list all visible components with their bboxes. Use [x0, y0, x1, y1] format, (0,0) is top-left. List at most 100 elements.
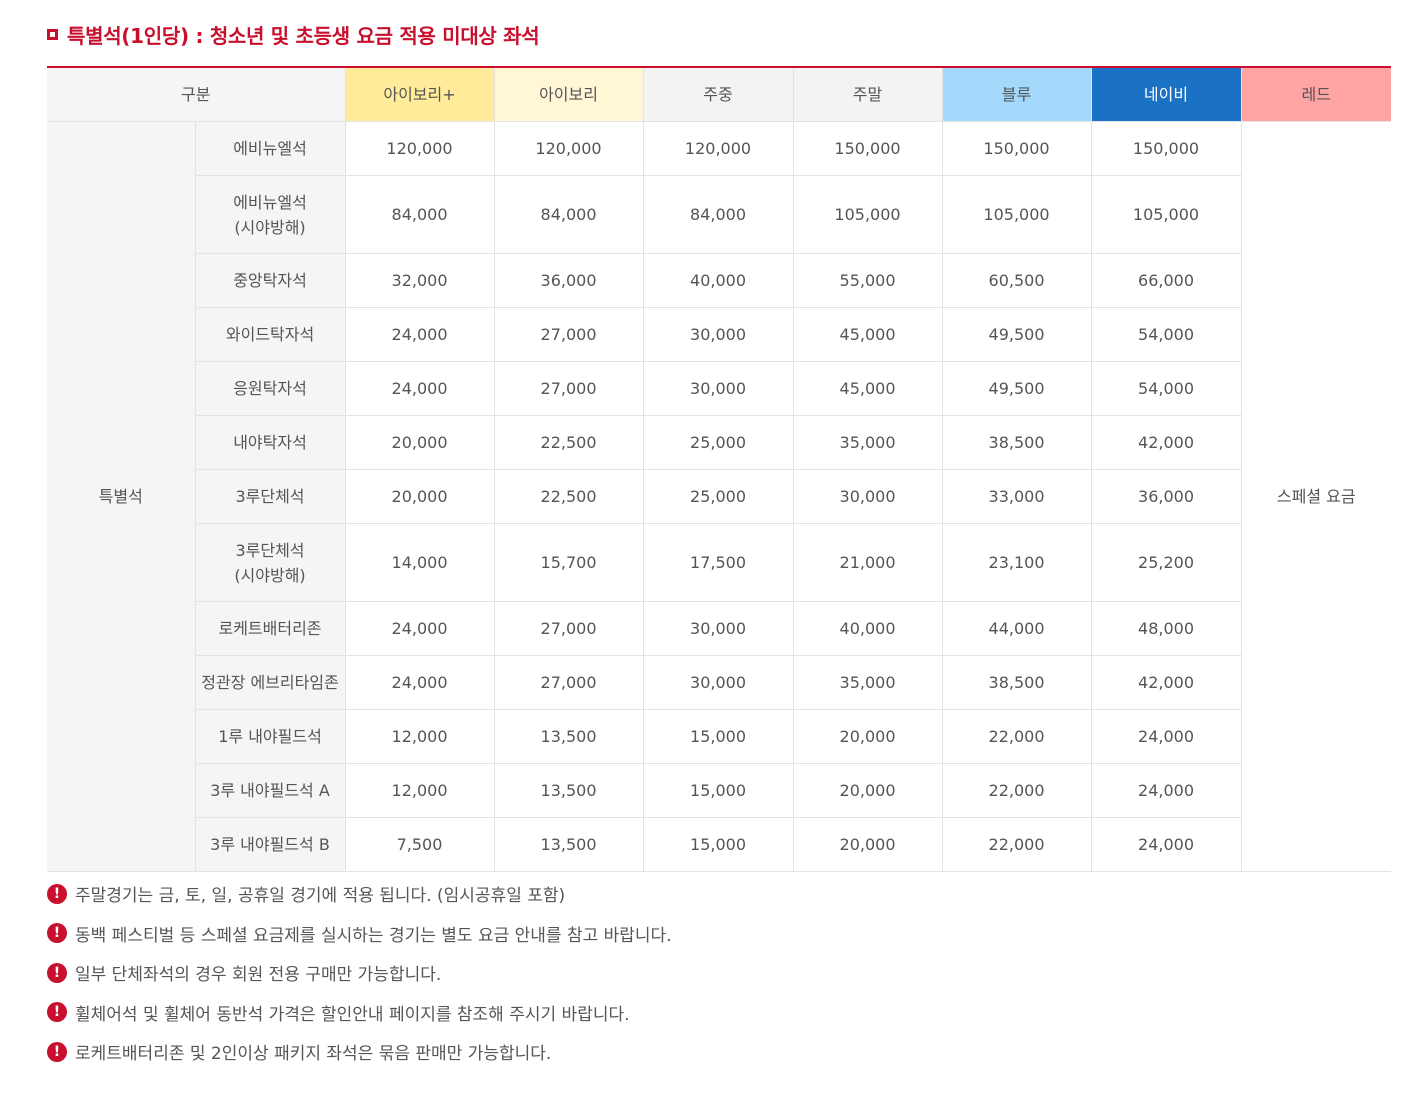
section-title: 특별석(1인당) : 청소년 및 초등생 요금 적용 미대상 좌석	[47, 19, 540, 49]
price-cell: 24,000	[344, 307, 495, 362]
table-row: 3루단체석 (시야방해) 14,000 15,700 17,500 21,000 23,1…	[47, 523, 1391, 602]
price-cell: 20,000	[792, 709, 943, 764]
price-cell: 42,000	[1090, 655, 1242, 710]
price-cell: 23,100	[941, 523, 1092, 602]
header-grade-3: 주말	[792, 66, 943, 122]
price-cell: 27,000	[493, 655, 644, 710]
price-cell: 30,000	[642, 307, 794, 362]
price-cell: 120,000	[493, 121, 644, 176]
table-row: 와이드탁자석 24,000 27,000 30,000 45,000 49,500 54,0…	[47, 307, 1391, 362]
price-cell: 84,000	[344, 175, 495, 254]
price-table: 구분 아이보리+ 아이보리 주중 주말 블루 네이비 레드 특별석 에비뉴엘석 120,000 1…	[47, 66, 1392, 872]
seat-name-cell: 3루 내야필드석 A	[195, 763, 346, 818]
price-cell: 27,000	[493, 601, 644, 656]
price-cell: 55,000	[792, 253, 943, 308]
price-cell: 150,000	[1090, 121, 1242, 176]
seat-name-cell: 정관장 에브리타임존	[195, 655, 346, 710]
price-cell: 20,000	[792, 817, 943, 872]
price-cell: 49,500	[941, 361, 1092, 416]
notes-list: ! 주말경기는 금, 토, 일, 공휴일 경기에 적용 됩니다. (임시공휴일 포…	[47, 874, 672, 1072]
price-cell: 20,000	[344, 469, 495, 524]
price-cell: 24,000	[344, 361, 495, 416]
seat-name-cell: 1루 내야필드석	[195, 709, 346, 764]
price-cell: 7,500	[344, 817, 495, 872]
price-cell: 12,000	[344, 763, 495, 818]
section-title-text: 특별석(1인당) : 청소년 및 초등생 요금 적용 미대상 좌석	[67, 23, 540, 48]
seat-name-cell: 응원탁자석	[195, 361, 346, 416]
exclamation-circle-icon: !	[47, 962, 67, 983]
price-cell: 35,000	[792, 655, 943, 710]
price-cell: 49,500	[941, 307, 1092, 362]
seat-name-cell: 3루단체석	[195, 469, 346, 524]
group-label-cell: 특별석	[47, 121, 196, 872]
price-cell: 54,000	[1090, 361, 1242, 416]
price-cell: 38,500	[941, 415, 1092, 470]
price-cell: 84,000	[493, 175, 644, 254]
price-cell: 40,000	[642, 253, 794, 308]
header-grade-6: 레드	[1240, 66, 1392, 122]
price-cell: 13,500	[493, 763, 644, 818]
price-cell: 120,000	[642, 121, 794, 176]
price-cell: 36,000	[1090, 469, 1242, 524]
table-row: 3루 내야필드석 B 7,500 13,500 15,000 20,000 22,000 2…	[47, 817, 1391, 872]
price-cell: 42,000	[1090, 415, 1242, 470]
price-cell: 45,000	[792, 361, 943, 416]
seat-name-cell: 로케트배터리존	[195, 601, 346, 656]
price-cell: 24,000	[344, 655, 495, 710]
price-cell: 17,500	[642, 523, 794, 602]
price-cell: 27,000	[493, 361, 644, 416]
price-cell: 105,000	[1090, 175, 1242, 254]
price-cell: 105,000	[792, 175, 943, 254]
price-cell: 22,000	[941, 763, 1092, 818]
table-row: 내야탁자석 20,000 22,500 25,000 35,000 38,500 42,00…	[47, 415, 1391, 470]
table-row: 에비뉴엘석 (시야방해) 84,000 84,000 84,000 105,000 105…	[47, 175, 1391, 254]
header-grade-5: 네이비	[1090, 66, 1242, 122]
price-cell: 30,000	[642, 361, 794, 416]
exclamation-circle-icon: !	[47, 1041, 67, 1062]
seat-name-cell: 내야탁자석	[195, 415, 346, 470]
price-cell: 12,000	[344, 709, 495, 764]
note-text: 동백 페스티벌 등 스페셜 요금제를 실시하는 경기는 별도 요금 안내를 참고…	[75, 925, 672, 946]
seat-name-cell: 3루단체석 (시야방해)	[195, 523, 346, 602]
seat-name-cell: 에비뉴엘석 (시야방해)	[195, 175, 346, 254]
price-cell: 24,000	[1090, 763, 1242, 818]
price-cell: 27,000	[493, 307, 644, 362]
table-row: 정관장 에브리타임존 24,000 27,000 30,000 35,000 38,500…	[47, 655, 1391, 710]
price-cell: 44,000	[941, 601, 1092, 656]
note-item: ! 주말경기는 금, 토, 일, 공휴일 경기에 적용 됩니다. (임시공휴일 포…	[47, 874, 672, 914]
price-cell: 25,000	[642, 415, 794, 470]
pricing-page: 특별석(1인당) : 청소년 및 초등생 요금 적용 미대상 좌석 구분 아이보…	[0, 0, 1425, 1097]
note-item: ! 동백 페스티벌 등 스페셜 요금제를 실시하는 경기는 별도 요금 안내를 참…	[47, 914, 672, 954]
price-cell: 105,000	[941, 175, 1092, 254]
seat-name-cell: 에비뉴엘석	[194, 121, 346, 176]
price-cell: 21,000	[792, 523, 943, 602]
price-cell: 15,700	[493, 523, 644, 602]
price-cell: 35,000	[792, 415, 943, 470]
header-grade-1: 아이보리	[493, 66, 644, 122]
price-cell: 38,500	[941, 655, 1092, 710]
table-row: 특별석 에비뉴엘석 120,000 120,000 120,000 150,000 150,…	[47, 121, 1392, 872]
price-cell: 84,000	[642, 175, 794, 254]
price-cell: 36,000	[493, 253, 644, 308]
price-cell: 24,000	[344, 601, 495, 656]
price-cell: 13,500	[493, 709, 644, 764]
price-cell: 150,000	[792, 121, 943, 176]
seat-name-cell: 중앙탁자석	[195, 253, 346, 308]
price-cell: 20,000	[344, 415, 495, 470]
table-body: 특별석 에비뉴엘석 120,000 120,000 120,000 150,000 150,…	[47, 121, 1392, 872]
header-grade-0: 아이보리+	[344, 66, 495, 122]
exclamation-circle-icon: !	[47, 1002, 67, 1023]
price-cell: 32,000	[344, 253, 495, 308]
table-row: 3루 내야필드석 A 12,000 13,500 15,000 20,000 22,000…	[47, 763, 1391, 818]
price-cell: 15,000	[642, 709, 794, 764]
price-cell: 120,000	[344, 121, 495, 176]
table-row: 3루단체석 20,000 22,500 25,000 30,000 33,000 36,00…	[47, 469, 1391, 524]
price-cell: 22,500	[493, 415, 644, 470]
square-bullet-icon	[47, 28, 58, 40]
table-header: 구분 아이보리+ 아이보리 주중 주말 블루 네이비 레드	[47, 66, 1392, 122]
note-item: ! 일부 단체좌석의 경우 회원 전용 구매만 가능합니다.	[47, 953, 672, 993]
note-item: ! 로케트배터리존 및 2인이상 패키지 좌석은 묶음 판매만 가능합니다.	[47, 1032, 672, 1072]
red-special-price-cell: 스페셜 요금	[1240, 121, 1392, 872]
table-row: 응원탁자석 24,000 27,000 30,000 45,000 49,500 54,00…	[47, 361, 1391, 416]
price-cell: 14,000	[344, 523, 495, 602]
